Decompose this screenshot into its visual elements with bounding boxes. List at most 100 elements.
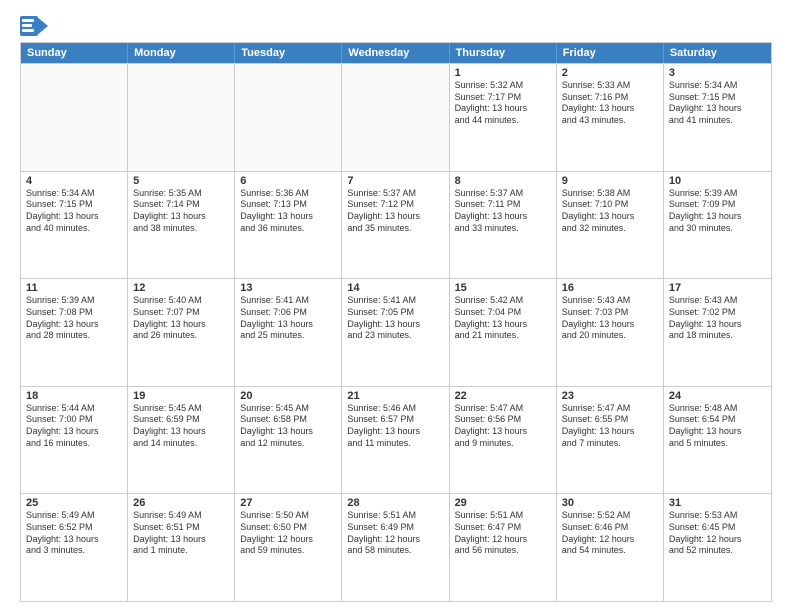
day-number: 31 [669, 497, 766, 509]
day-cell-17: 17Sunrise: 5:43 AM Sunset: 7:02 PM Dayli… [664, 279, 771, 386]
day-info: Sunrise: 5:39 AM Sunset: 7:09 PM Dayligh… [669, 188, 766, 235]
day-cell-20: 20Sunrise: 5:45 AM Sunset: 6:58 PM Dayli… [235, 387, 342, 494]
empty-cell [342, 64, 449, 171]
day-cell-22: 22Sunrise: 5:47 AM Sunset: 6:56 PM Dayli… [450, 387, 557, 494]
day-cell-19: 19Sunrise: 5:45 AM Sunset: 6:59 PM Dayli… [128, 387, 235, 494]
day-info: Sunrise: 5:53 AM Sunset: 6:45 PM Dayligh… [669, 510, 766, 557]
calendar-row-4: 18Sunrise: 5:44 AM Sunset: 7:00 PM Dayli… [21, 386, 771, 494]
day-cell-9: 9Sunrise: 5:38 AM Sunset: 7:10 PM Daylig… [557, 172, 664, 279]
day-info: Sunrise: 5:47 AM Sunset: 6:56 PM Dayligh… [455, 403, 551, 450]
day-cell-1: 1Sunrise: 5:32 AM Sunset: 7:17 PM Daylig… [450, 64, 557, 171]
day-cell-29: 29Sunrise: 5:51 AM Sunset: 6:47 PM Dayli… [450, 494, 557, 601]
empty-cell [235, 64, 342, 171]
calendar: SundayMondayTuesdayWednesdayThursdayFrid… [20, 42, 772, 602]
day-info: Sunrise: 5:51 AM Sunset: 6:49 PM Dayligh… [347, 510, 443, 557]
day-number: 6 [240, 175, 336, 187]
day-info: Sunrise: 5:47 AM Sunset: 6:55 PM Dayligh… [562, 403, 658, 450]
day-info: Sunrise: 5:37 AM Sunset: 7:12 PM Dayligh… [347, 188, 443, 235]
header-cell-thursday: Thursday [450, 43, 557, 63]
day-info: Sunrise: 5:34 AM Sunset: 7:15 PM Dayligh… [669, 80, 766, 127]
header-cell-tuesday: Tuesday [235, 43, 342, 63]
day-number: 8 [455, 175, 551, 187]
day-info: Sunrise: 5:35 AM Sunset: 7:14 PM Dayligh… [133, 188, 229, 235]
day-number: 9 [562, 175, 658, 187]
header-cell-wednesday: Wednesday [342, 43, 449, 63]
day-number: 24 [669, 390, 766, 402]
day-number: 15 [455, 282, 551, 294]
logo [20, 16, 50, 36]
calendar-row-3: 11Sunrise: 5:39 AM Sunset: 7:08 PM Dayli… [21, 278, 771, 386]
day-number: 19 [133, 390, 229, 402]
day-number: 5 [133, 175, 229, 187]
day-number: 23 [562, 390, 658, 402]
calendar-row-2: 4Sunrise: 5:34 AM Sunset: 7:15 PM Daylig… [21, 171, 771, 279]
day-cell-11: 11Sunrise: 5:39 AM Sunset: 7:08 PM Dayli… [21, 279, 128, 386]
day-info: Sunrise: 5:46 AM Sunset: 6:57 PM Dayligh… [347, 403, 443, 450]
day-cell-4: 4Sunrise: 5:34 AM Sunset: 7:15 PM Daylig… [21, 172, 128, 279]
calendar-body: 1Sunrise: 5:32 AM Sunset: 7:17 PM Daylig… [21, 63, 771, 601]
day-cell-21: 21Sunrise: 5:46 AM Sunset: 6:57 PM Dayli… [342, 387, 449, 494]
day-info: Sunrise: 5:48 AM Sunset: 6:54 PM Dayligh… [669, 403, 766, 450]
day-number: 30 [562, 497, 658, 509]
day-number: 28 [347, 497, 443, 509]
empty-cell [21, 64, 128, 171]
day-info: Sunrise: 5:39 AM Sunset: 7:08 PM Dayligh… [26, 295, 122, 342]
day-cell-14: 14Sunrise: 5:41 AM Sunset: 7:05 PM Dayli… [342, 279, 449, 386]
calendar-row-1: 1Sunrise: 5:32 AM Sunset: 7:17 PM Daylig… [21, 63, 771, 171]
day-info: Sunrise: 5:40 AM Sunset: 7:07 PM Dayligh… [133, 295, 229, 342]
day-number: 2 [562, 67, 658, 79]
day-number: 27 [240, 497, 336, 509]
day-info: Sunrise: 5:51 AM Sunset: 6:47 PM Dayligh… [455, 510, 551, 557]
day-number: 26 [133, 497, 229, 509]
day-number: 17 [669, 282, 766, 294]
day-number: 4 [26, 175, 122, 187]
logo-icon [20, 16, 48, 36]
day-cell-7: 7Sunrise: 5:37 AM Sunset: 7:12 PM Daylig… [342, 172, 449, 279]
day-number: 29 [455, 497, 551, 509]
day-info: Sunrise: 5:45 AM Sunset: 6:59 PM Dayligh… [133, 403, 229, 450]
day-cell-3: 3Sunrise: 5:34 AM Sunset: 7:15 PM Daylig… [664, 64, 771, 171]
day-info: Sunrise: 5:49 AM Sunset: 6:52 PM Dayligh… [26, 510, 122, 557]
day-number: 1 [455, 67, 551, 79]
day-number: 12 [133, 282, 229, 294]
header-cell-sunday: Sunday [21, 43, 128, 63]
day-cell-28: 28Sunrise: 5:51 AM Sunset: 6:49 PM Dayli… [342, 494, 449, 601]
day-info: Sunrise: 5:43 AM Sunset: 7:02 PM Dayligh… [669, 295, 766, 342]
day-cell-24: 24Sunrise: 5:48 AM Sunset: 6:54 PM Dayli… [664, 387, 771, 494]
day-cell-27: 27Sunrise: 5:50 AM Sunset: 6:50 PM Dayli… [235, 494, 342, 601]
day-number: 14 [347, 282, 443, 294]
day-info: Sunrise: 5:45 AM Sunset: 6:58 PM Dayligh… [240, 403, 336, 450]
day-number: 13 [240, 282, 336, 294]
day-info: Sunrise: 5:41 AM Sunset: 7:05 PM Dayligh… [347, 295, 443, 342]
day-info: Sunrise: 5:36 AM Sunset: 7:13 PM Dayligh… [240, 188, 336, 235]
day-cell-12: 12Sunrise: 5:40 AM Sunset: 7:07 PM Dayli… [128, 279, 235, 386]
day-number: 20 [240, 390, 336, 402]
header-cell-monday: Monday [128, 43, 235, 63]
day-info: Sunrise: 5:49 AM Sunset: 6:51 PM Dayligh… [133, 510, 229, 557]
day-cell-13: 13Sunrise: 5:41 AM Sunset: 7:06 PM Dayli… [235, 279, 342, 386]
day-cell-30: 30Sunrise: 5:52 AM Sunset: 6:46 PM Dayli… [557, 494, 664, 601]
day-number: 25 [26, 497, 122, 509]
header-cell-saturday: Saturday [664, 43, 771, 63]
day-cell-2: 2Sunrise: 5:33 AM Sunset: 7:16 PM Daylig… [557, 64, 664, 171]
day-number: 16 [562, 282, 658, 294]
header-cell-friday: Friday [557, 43, 664, 63]
page: SundayMondayTuesdayWednesdayThursdayFrid… [0, 0, 792, 612]
day-cell-31: 31Sunrise: 5:53 AM Sunset: 6:45 PM Dayli… [664, 494, 771, 601]
day-info: Sunrise: 5:52 AM Sunset: 6:46 PM Dayligh… [562, 510, 658, 557]
day-cell-5: 5Sunrise: 5:35 AM Sunset: 7:14 PM Daylig… [128, 172, 235, 279]
day-cell-25: 25Sunrise: 5:49 AM Sunset: 6:52 PM Dayli… [21, 494, 128, 601]
day-number: 21 [347, 390, 443, 402]
day-info: Sunrise: 5:32 AM Sunset: 7:17 PM Dayligh… [455, 80, 551, 127]
day-number: 22 [455, 390, 551, 402]
empty-cell [128, 64, 235, 171]
day-number: 18 [26, 390, 122, 402]
calendar-header: SundayMondayTuesdayWednesdayThursdayFrid… [21, 43, 771, 63]
day-number: 10 [669, 175, 766, 187]
day-cell-15: 15Sunrise: 5:42 AM Sunset: 7:04 PM Dayli… [450, 279, 557, 386]
day-cell-10: 10Sunrise: 5:39 AM Sunset: 7:09 PM Dayli… [664, 172, 771, 279]
day-info: Sunrise: 5:43 AM Sunset: 7:03 PM Dayligh… [562, 295, 658, 342]
day-info: Sunrise: 5:33 AM Sunset: 7:16 PM Dayligh… [562, 80, 658, 127]
day-number: 11 [26, 282, 122, 294]
day-info: Sunrise: 5:38 AM Sunset: 7:10 PM Dayligh… [562, 188, 658, 235]
